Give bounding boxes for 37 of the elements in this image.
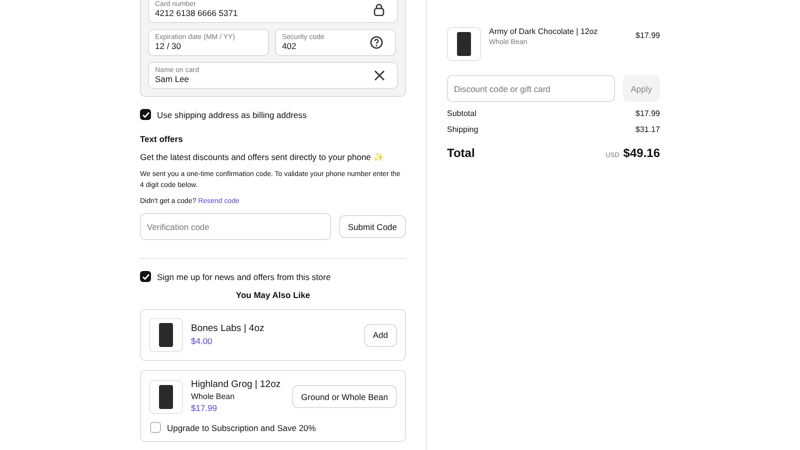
checkbox-label: Use shipping address as billing address (157, 110, 307, 120)
section-title: You May Also Like (234, 290, 312, 300)
offer-text: Get the latest discounts and offers sent directly to your phone ✨ (140, 152, 386, 162)
verification-code-field[interactable]: Verification code (140, 213, 331, 240)
product-price: $17.99 (191, 402, 218, 414)
product-name: Bones Labs | 4oz (191, 322, 266, 336)
checkbox[interactable] (140, 109, 151, 120)
checkbox-label: Sign me up for news and offers from this store (157, 272, 331, 282)
checkbox[interactable] (150, 422, 161, 434)
discount-code-field[interactable]: Discount code or gift card (447, 75, 615, 102)
help-icon[interactable] (370, 36, 383, 49)
section-title: Text offers (140, 134, 184, 144)
product-name: Army of Dark Chocolate | 12oz (489, 27, 599, 38)
summary-value: $17.99 (636, 109, 660, 118)
field-value: 4212 6138 6666 5371 (155, 8, 239, 18)
add-button[interactable]: Ground or Whole Bean (292, 385, 397, 408)
submit-code-button[interactable]: Submit Code (338, 215, 406, 238)
product-price: $17.99 (636, 31, 660, 40)
product-image (447, 27, 481, 61)
summary-label: Shipping (447, 125, 478, 134)
product-image (149, 318, 183, 352)
lock-icon (373, 3, 385, 16)
field-value: Sam Lee (155, 74, 190, 84)
summary-value: $31.17 (636, 125, 660, 134)
checkbox-label: Upgrade to Subscription and Save 20% (167, 422, 316, 433)
product-variant: Whole Bean (191, 392, 236, 403)
total-value: $49.16 (623, 146, 660, 160)
close-icon[interactable] (374, 70, 385, 81)
product-name: Highland Grog | 12oz (191, 379, 282, 392)
product-price: $4.00 (191, 336, 214, 348)
total-label: Total (447, 146, 475, 160)
product-image (149, 380, 183, 414)
summary-label: Subtotal (447, 109, 476, 118)
checkbox[interactable] (140, 271, 151, 282)
field-value: 12 / 30 (155, 42, 182, 52)
add-button[interactable]: Add (364, 324, 397, 346)
field-value: 402 (282, 42, 298, 52)
